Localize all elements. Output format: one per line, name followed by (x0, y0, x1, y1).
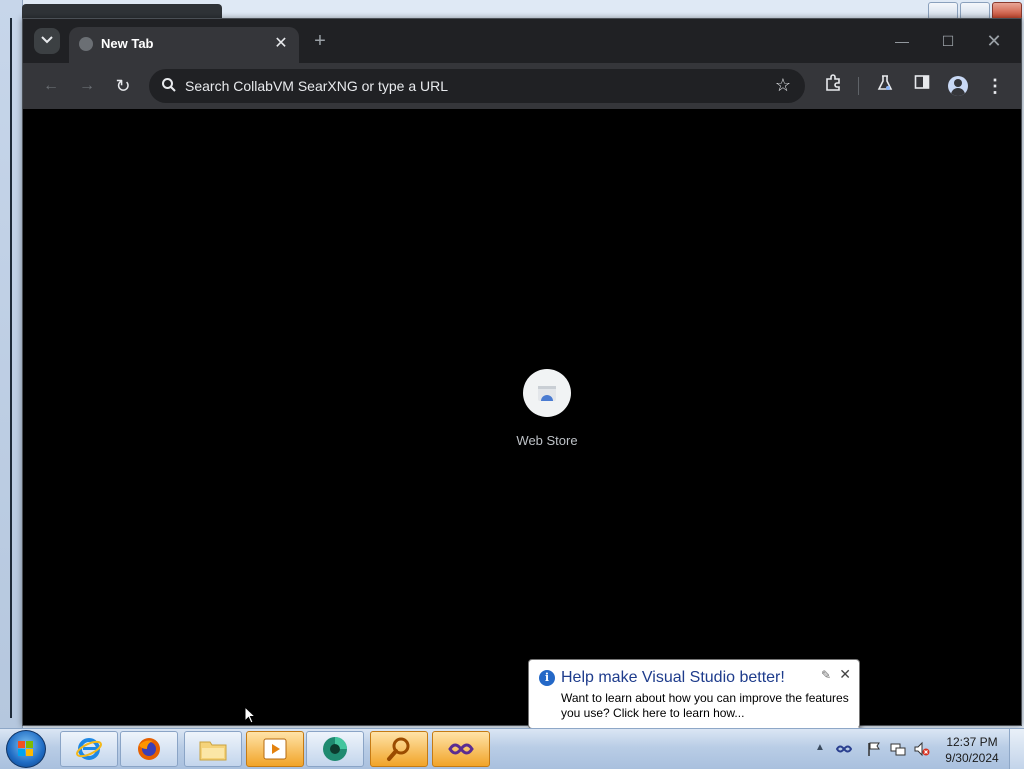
forward-button[interactable]: → (75, 74, 99, 98)
balloon-title: Help make Visual Studio better! (561, 669, 785, 686)
ie-icon (76, 738, 102, 760)
address-bar[interactable]: Search CollabVM SearXNG or type a URL ☆ (149, 69, 805, 103)
info-icon: i (539, 670, 555, 686)
tab-title: New Tab (101, 36, 154, 51)
taskbar-app-chrome-variant[interactable] (306, 731, 364, 767)
back-button[interactable]: ← (39, 74, 63, 98)
web-store-icon (523, 369, 571, 417)
balloon-text[interactable]: Want to learn about how you can improve … (561, 691, 853, 721)
start-button[interactable] (6, 730, 46, 768)
green-browser-icon (323, 737, 347, 761)
balloon-close-icon[interactable]: ✕ (839, 666, 851, 683)
background-window-edge (0, 0, 23, 728)
visual-studio-icon (448, 743, 474, 755)
new-tab-page: Web Store (29, 109, 1015, 719)
visual-studio-tray-icon[interactable] (836, 741, 852, 757)
side-panel-icon[interactable] (910, 74, 934, 98)
clock-time: 12:37 PM (946, 735, 998, 749)
shortcut-web-store[interactable]: Web Store (477, 369, 617, 448)
profile-icon[interactable] (946, 74, 970, 98)
system-clock[interactable]: 12:37 PM 9/30/2024 (940, 734, 1004, 766)
taskbar-app-visual-studio[interactable] (432, 731, 490, 767)
browser-window: New Tab ✕ + — ☐ ✕ ← → ↻ Search CollabVM … (22, 18, 1022, 726)
volume-muted-icon[interactable] (914, 741, 930, 757)
firefox-icon (138, 738, 160, 760)
browser-toolbar: ← → ↻ Search CollabVM SearXNG or type a … (23, 63, 1021, 109)
background-window-titlebar (22, 4, 222, 18)
notification-balloon[interactable]: i Help make Visual Studio better! ✎ ✕ Wa… (528, 659, 860, 739)
new-tab-button[interactable]: + (309, 31, 331, 53)
puzzle-icon[interactable] (821, 74, 845, 98)
toolbar-separator (858, 77, 859, 95)
shortcut-label: Web Store (516, 433, 578, 448)
tab-close-icon[interactable]: ✕ (271, 34, 291, 54)
taskbar-app-firefox[interactable] (120, 731, 178, 767)
action-center-flag-icon[interactable] (866, 741, 882, 757)
network-icon[interactable] (890, 741, 906, 757)
windows-start-icon (18, 741, 33, 756)
taskbar: ▲ 12:37 PM 9/30/2024 (0, 728, 1024, 769)
clock-date: 9/30/2024 (945, 751, 999, 765)
close-button[interactable]: ✕ (979, 29, 1009, 53)
tab-search-button[interactable] (34, 28, 60, 54)
mouse-cursor-icon (244, 706, 256, 724)
show-hidden-icons-button[interactable]: ▲ (815, 742, 825, 753)
maximize-button[interactable]: ☐ (933, 29, 963, 53)
minimize-button[interactable]: — (887, 29, 917, 53)
folder-icon (199, 741, 227, 761)
bookmark-star-icon[interactable]: ☆ (775, 75, 791, 96)
globe-icon (79, 37, 93, 51)
taskbar-app-media-player[interactable] (246, 731, 304, 767)
tab-new-tab[interactable]: New Tab ✕ (69, 27, 299, 63)
balloon-options-icon[interactable]: ✎ (821, 668, 831, 682)
browser-titlebar: New Tab ✕ + — ☐ ✕ (23, 19, 1021, 63)
magnifier-icon (387, 737, 410, 761)
media-player-icon (263, 738, 287, 760)
show-desktop-button[interactable] (1009, 729, 1024, 769)
menu-button[interactable]: ⋮ (983, 74, 1007, 98)
taskbar-app-search[interactable] (370, 731, 428, 767)
reload-button[interactable]: ↻ (111, 74, 135, 98)
chevron-down-icon (41, 35, 53, 47)
search-icon (161, 77, 177, 93)
taskbar-app-internet-explorer[interactable] (60, 731, 118, 767)
taskbar-app-file-explorer[interactable] (184, 731, 242, 767)
address-bar-placeholder: Search CollabVM SearXNG or type a URL (185, 78, 448, 94)
flask-icon[interactable] (873, 74, 897, 98)
